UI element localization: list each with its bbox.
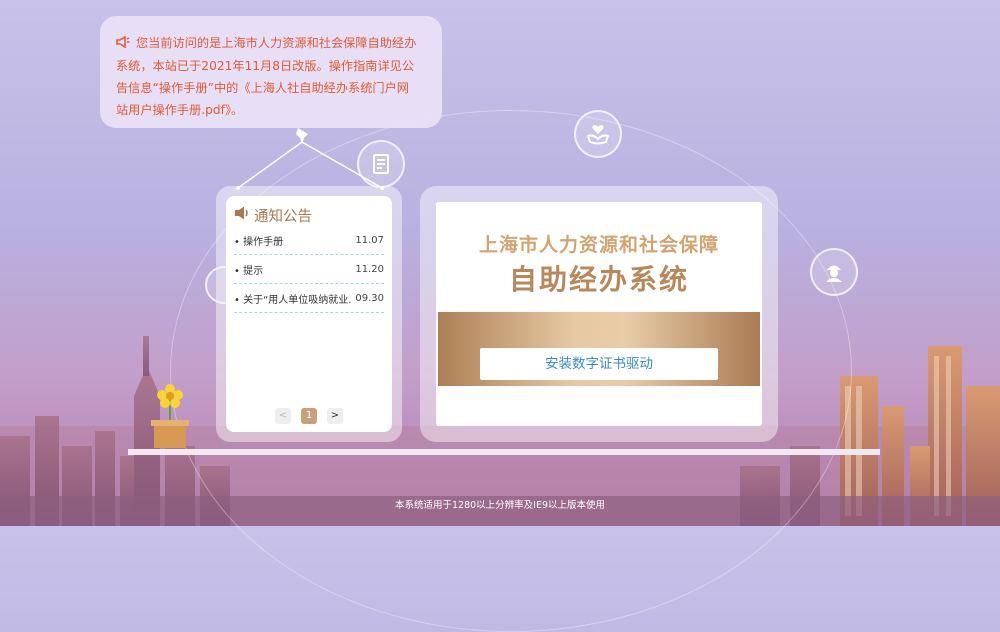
- footer-note: 本系统适用于1280以上分辨率及IE9以上版本使用: [394, 500, 606, 511]
- notice-item-title[interactable]: 关于“用人单位吸纳就业...: [243, 295, 352, 306]
- system-panel: 上海市人力资源和社会保障 自助经办系统 安装数字证书驱动: [420, 186, 778, 442]
- tooltip-line-3: 告信息“操作手册”中的《上海人社自助经办系统门户网: [116, 80, 409, 95]
- tooltip-text-1: 您当前访问的是上海市人力资源和社会保障自助经办: [136, 36, 417, 50]
- system-title-line2: 自助经办系统: [508, 263, 689, 296]
- worker-icon: [810, 248, 858, 296]
- system-card: 上海市人力资源和社会保障 自助经办系统 安装数字证书驱动: [436, 202, 762, 426]
- notice-item-title[interactable]: 提示: [243, 266, 263, 277]
- notice-item-date: 09.30: [355, 292, 384, 304]
- system-title-line1: 上海市人力资源和社会保障: [478, 234, 719, 256]
- notice-item[interactable]: • 关于“用人单位吸纳就业... 09.30: [234, 284, 384, 313]
- flower-pot-icon: [151, 384, 189, 448]
- care-hands-icon: [574, 110, 622, 158]
- tooltip-line-2: 系统，本站已于2021年11月8日改版。操作指南详见公: [116, 58, 415, 73]
- prev-page-button[interactable]: <: [275, 408, 291, 424]
- notice-item-title[interactable]: 操作手册: [243, 237, 283, 248]
- current-page-button[interactable]: 1: [301, 408, 317, 424]
- notice-card: 通知公告 • 操作手册 11.07 • 提示 11.20 • 关于“用人单位吸纳…: [226, 196, 392, 432]
- divider-bar: [128, 449, 880, 455]
- tooltip-line-1: 您当前访问的是上海市人力资源和社会保障自助经办: [116, 32, 428, 55]
- next-page-button[interactable]: >: [327, 408, 343, 424]
- notice-heading: 通知公告: [234, 204, 384, 226]
- notice-title: 通知公告: [254, 208, 312, 225]
- pin-icon: [236, 128, 384, 190]
- announcement-tooltip: 您当前访问的是上海市人力资源和社会保障自助经办 系统，本站已于2021年11月8…: [100, 16, 442, 128]
- notice-item[interactable]: • 操作手册 11.07: [234, 226, 384, 255]
- tooltip-line-4: 站用户操作手册.pdf》。: [116, 102, 244, 117]
- install-certificate-driver-button[interactable]: 安装数字证书驱动: [480, 348, 718, 380]
- notice-item-date: 11.07: [355, 234, 384, 246]
- speaker-icon: [116, 33, 130, 55]
- pagination: < 1 >: [226, 408, 392, 424]
- notice-panel: 通知公告 • 操作手册 11.07 • 提示 11.20 • 关于“用人单位吸纳…: [216, 186, 402, 442]
- notice-item[interactable]: • 提示 11.20: [234, 255, 384, 284]
- notice-item-date: 11.20: [355, 263, 384, 275]
- speaker-icon: [234, 206, 250, 224]
